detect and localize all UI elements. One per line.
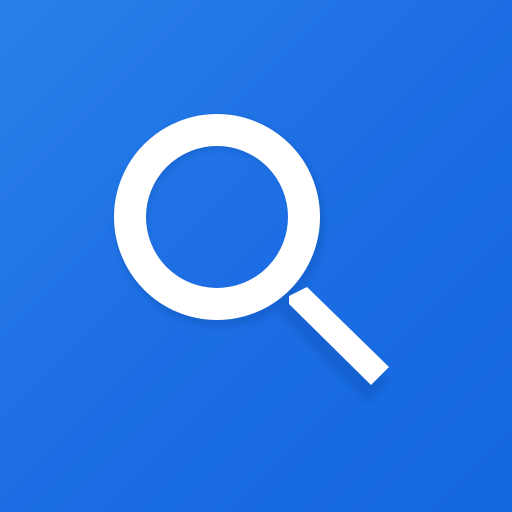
search-icon (0, 0, 512, 512)
app-icon-tile[interactable] (0, 0, 512, 512)
magnifier-ring (114, 114, 320, 320)
